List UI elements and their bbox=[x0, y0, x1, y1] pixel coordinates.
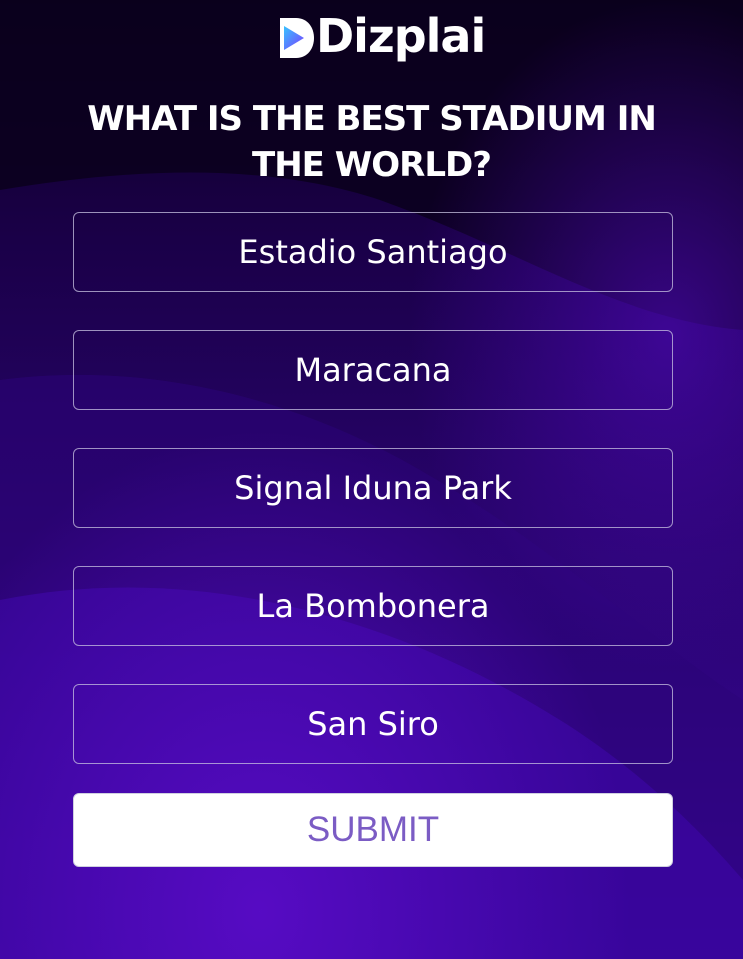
poll-widget: Dizplai WHAT IS THE BEST STADIUM IN THE … bbox=[0, 0, 743, 959]
answer-options: Estadio Santiago Maracana Signal Iduna P… bbox=[73, 212, 673, 802]
option-san-siro[interactable]: San Siro bbox=[73, 684, 673, 764]
option-signal-iduna-park[interactable]: Signal Iduna Park bbox=[73, 448, 673, 528]
brand-logo-text: Dizplai bbox=[316, 9, 486, 63]
option-maracana[interactable]: Maracana bbox=[73, 330, 673, 410]
option-la-bombonera[interactable]: La Bombonera bbox=[73, 566, 673, 646]
brand-logo: Dizplai bbox=[278, 6, 486, 70]
question-title: WHAT IS THE BEST STADIUM IN THE WORLD? bbox=[87, 99, 657, 185]
option-estadio-santiago[interactable]: Estadio Santiago bbox=[73, 212, 673, 292]
play-triangle-icon bbox=[280, 18, 314, 58]
submit-button[interactable]: SUBMIT bbox=[73, 793, 673, 867]
